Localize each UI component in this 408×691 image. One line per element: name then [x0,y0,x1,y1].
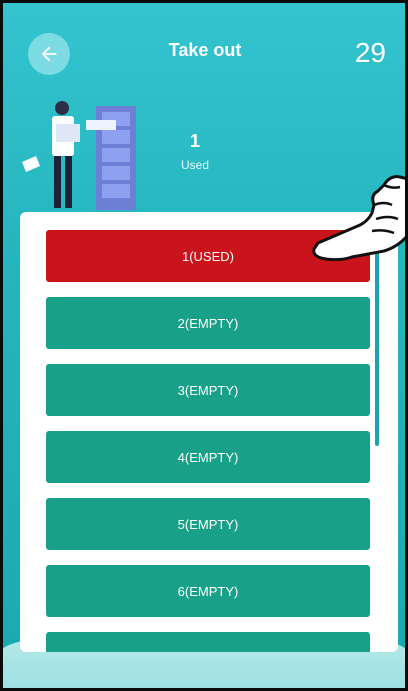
used-count: 1 [189,131,200,151]
slot-list: 1(USED) 2(EMPTY) 3(EMPTY) 4(EMPTY) 5(EMP… [46,230,370,652]
slot-7-button[interactable] [46,632,370,652]
person-filing-cabinet-illustration [22,101,136,210]
back-button[interactable] [28,33,70,75]
slot-3-button[interactable]: 3(EMPTY) [46,364,370,416]
slot-6-button[interactable]: 6(EMPTY) [46,565,370,617]
slot-list-panel: 1(USED) 2(EMPTY) 3(EMPTY) 4(EMPTY) 5(EMP… [20,212,398,652]
slot-4-button[interactable]: 4(EMPTY) [46,431,370,483]
slot-2-button[interactable]: 2(EMPTY) [46,297,370,349]
used-label: Used [180,158,209,172]
slot-5-button[interactable]: 5(EMPTY) [46,498,370,550]
page-title: Take out [168,40,242,60]
arrow-left-icon [41,46,57,62]
total-count: 29 [354,37,386,68]
pointing-hand-icon [312,175,408,262]
